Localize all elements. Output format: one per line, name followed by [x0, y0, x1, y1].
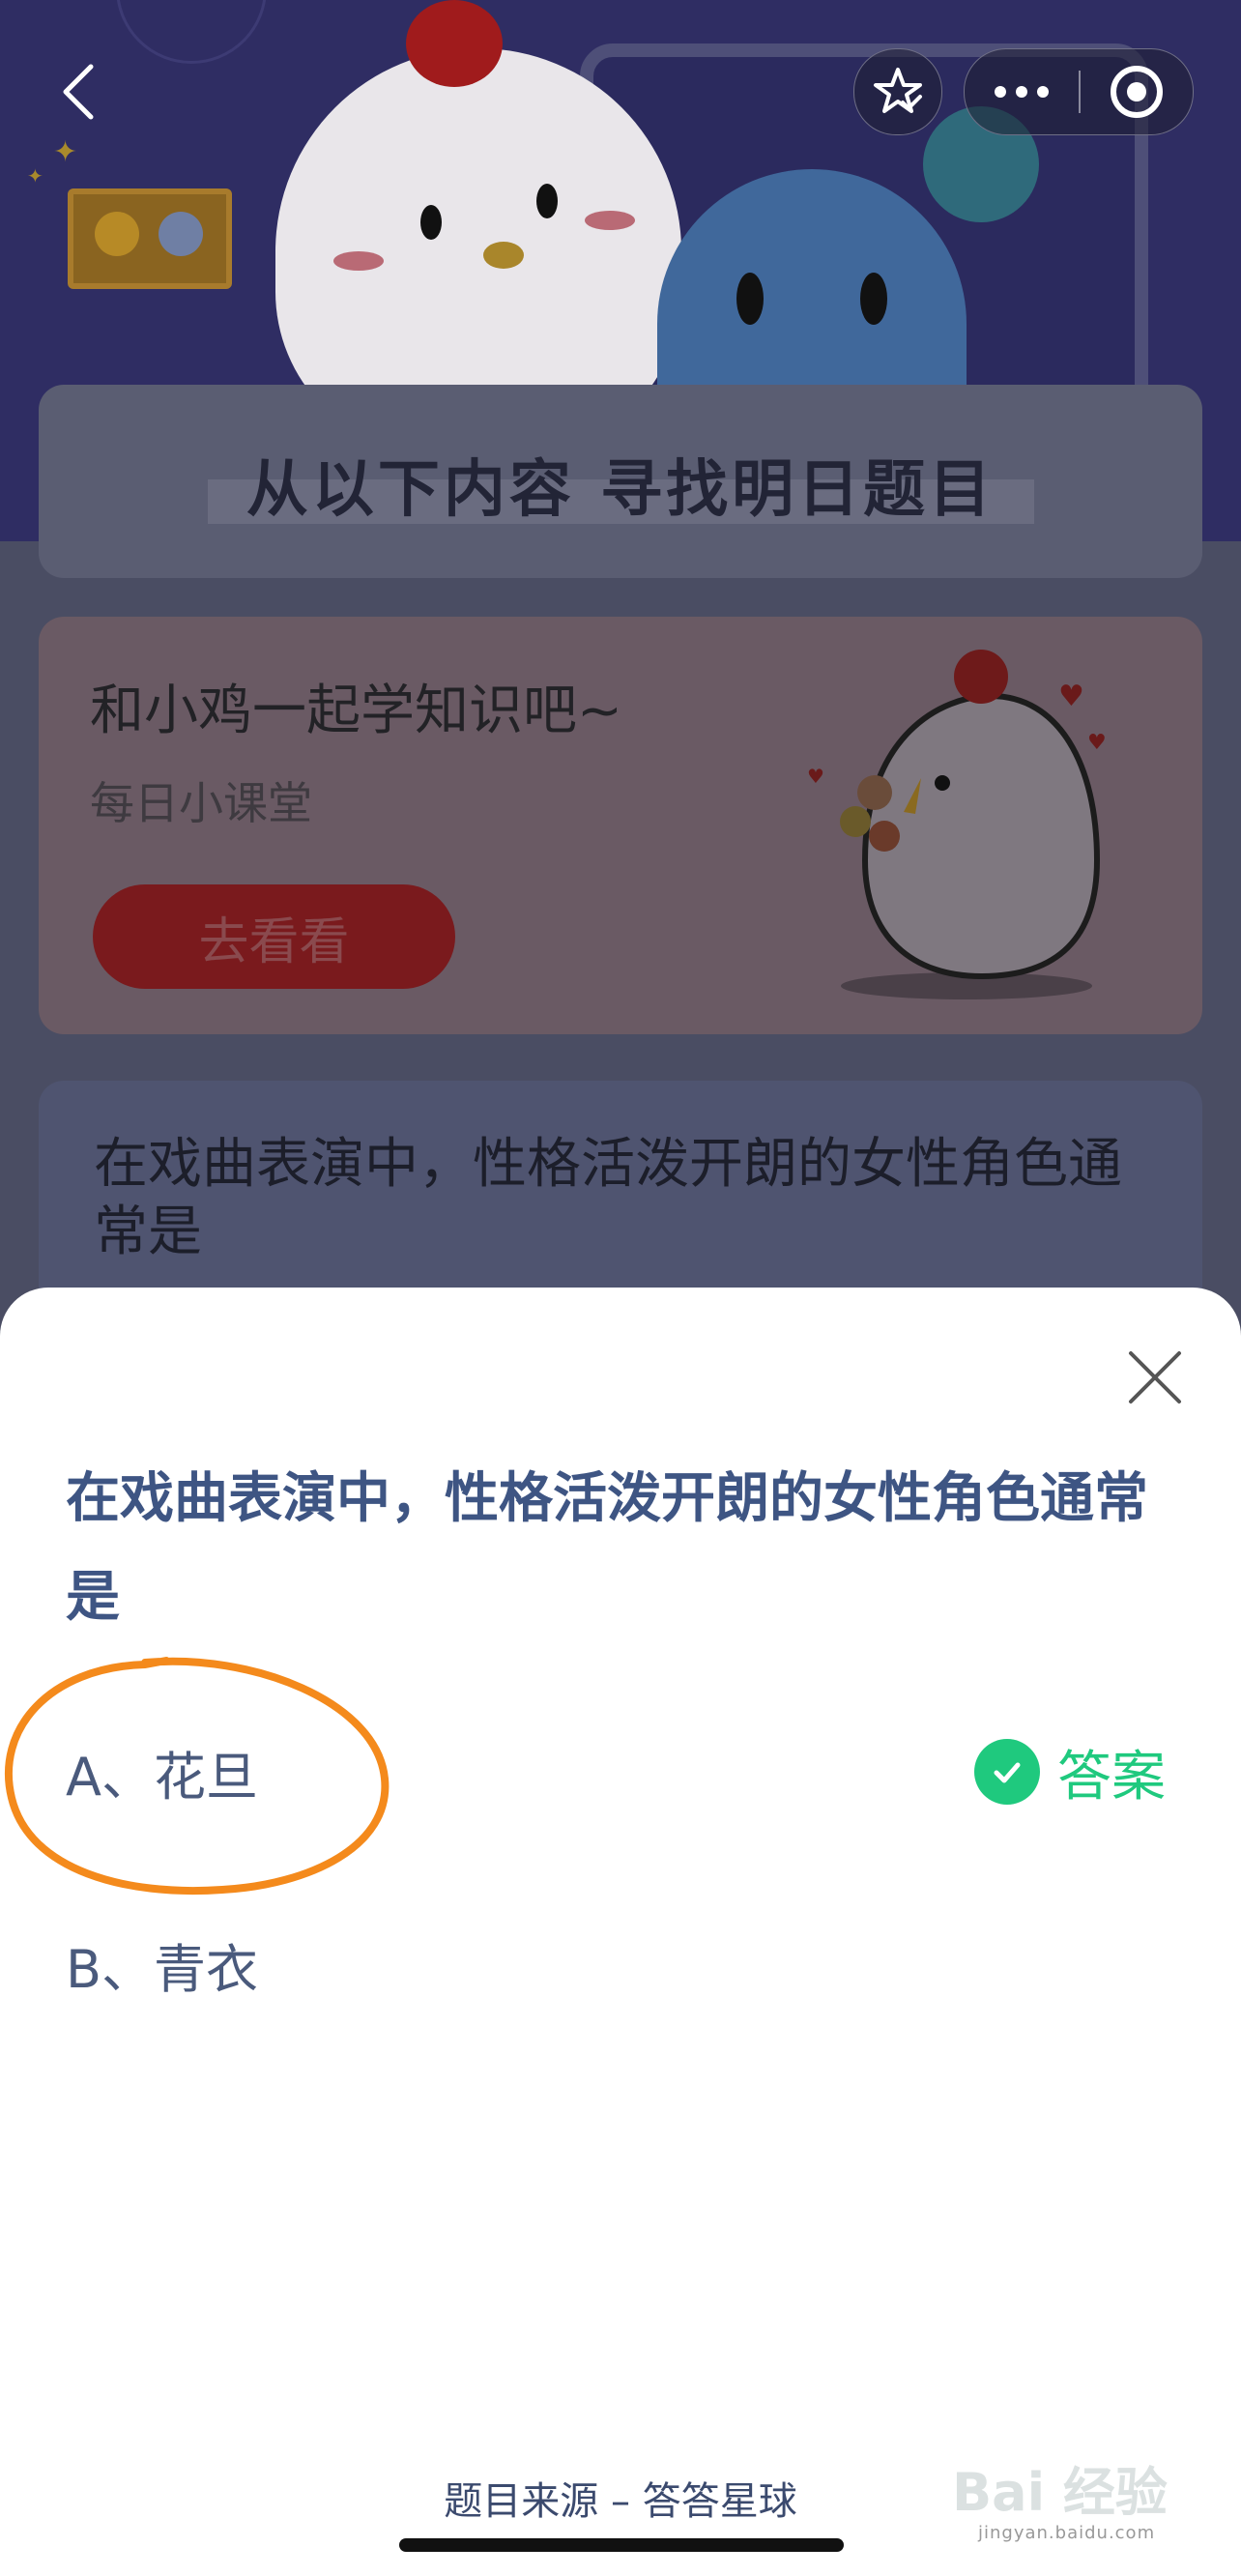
- svg-text:♥: ♥: [1058, 680, 1084, 713]
- chick-blush: [585, 211, 635, 230]
- back-button[interactable]: [50, 58, 108, 126]
- chick-blush: [333, 251, 384, 271]
- gold-medal-icon: [95, 212, 139, 256]
- close-sheet-button[interactable]: [1121, 1344, 1189, 1411]
- sparkle-icon: ✦: [27, 164, 43, 188]
- chick-comb-illustration: [406, 0, 503, 87]
- check-icon: [974, 1739, 1040, 1805]
- decor-circle: [116, 0, 267, 64]
- chick-eye: [420, 205, 442, 240]
- option-a-label: A、花旦: [66, 1746, 258, 1808]
- option-b[interactable]: B、青衣: [66, 1916, 1177, 2012]
- chick-beak: [483, 242, 524, 269]
- learn-card-title: 和小鸡一起学知识吧~: [90, 680, 622, 742]
- medal-board-illustration: [68, 188, 232, 289]
- close-icon: [1129, 1351, 1181, 1404]
- svg-text:♥: ♥: [1087, 731, 1107, 755]
- miniprogram-capsule: [964, 48, 1194, 135]
- option-b-label: B、青衣: [66, 1938, 259, 2000]
- correct-answer-tag: 答案: [974, 1733, 1166, 1810]
- answer-label: 答案: [1057, 1745, 1166, 1809]
- home-indicator[interactable]: [399, 2538, 844, 2552]
- star-check-icon: [874, 68, 922, 113]
- sparkle-icon: ✦: [53, 135, 78, 169]
- watermark-url: jingyan.baidu.com: [978, 2523, 1156, 2543]
- back-icon: [63, 64, 94, 120]
- learn-card-subtitle: 每日小课堂: [90, 777, 312, 829]
- chick-eye: [536, 184, 558, 218]
- alien-eye: [860, 273, 887, 325]
- favorite-button[interactable]: [853, 48, 942, 135]
- svg-text:♥: ♥: [807, 765, 824, 788]
- go-see-button[interactable]: 去看看: [93, 884, 455, 989]
- more-button[interactable]: [965, 49, 1079, 134]
- sheet-question-text: 在戏曲表演中，性格活泼开朗的女性角色通常是: [66, 1467, 1148, 1629]
- alien-eye: [736, 273, 764, 325]
- target-icon: [1111, 66, 1163, 118]
- watermark-text: Bai 经验: [952, 2462, 1168, 2523]
- question-card-text: 在戏曲表演中，性格活泼开朗的女性角色通常是: [94, 1133, 1122, 1263]
- more-dots-icon: [995, 86, 1049, 98]
- chick-with-flowers-illustration: ♥ ♥ ♥: [807, 650, 1107, 999]
- exit-miniprogram-button[interactable]: [1081, 49, 1193, 134]
- find-section-title: 从以下内容 寻找明日题目: [245, 454, 996, 526]
- silver-medal-icon: [159, 212, 203, 256]
